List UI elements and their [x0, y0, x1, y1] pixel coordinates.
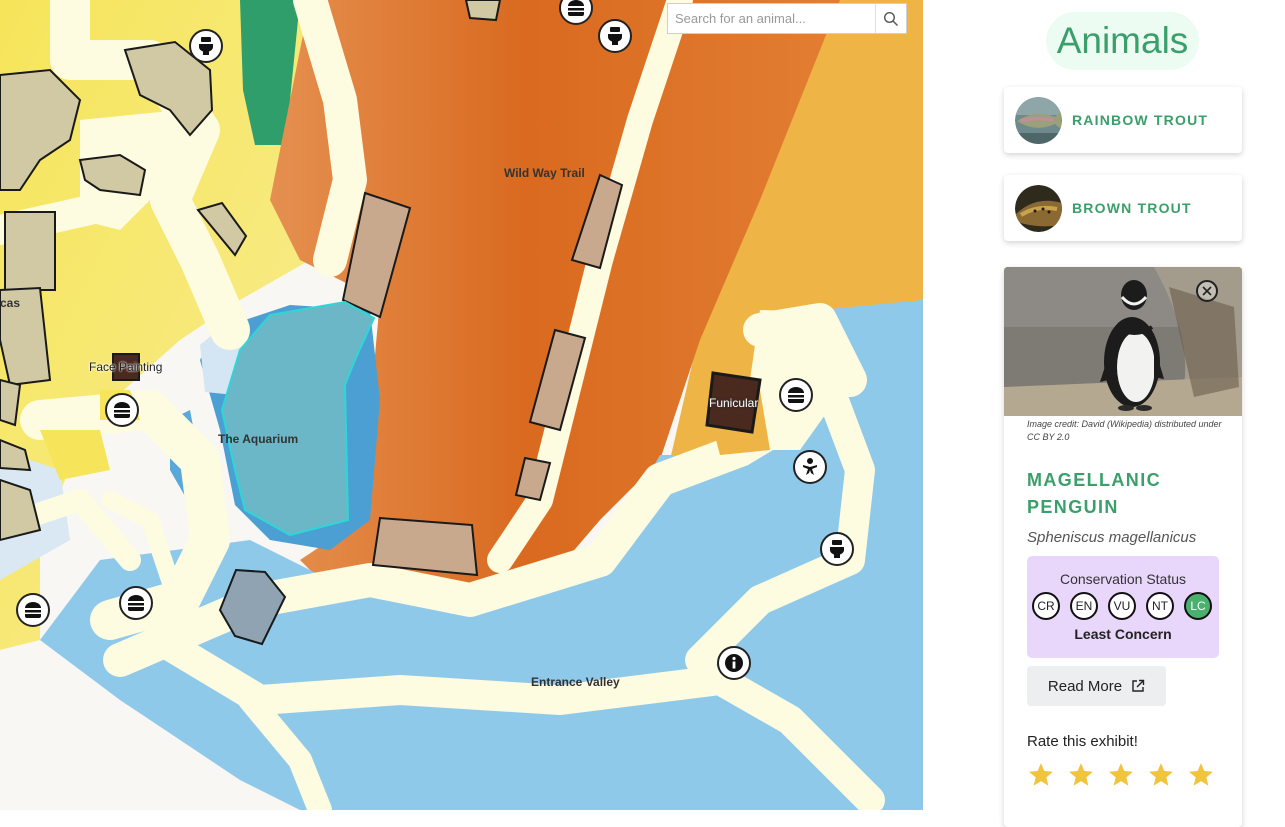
search-input[interactable]: [668, 4, 875, 33]
burger-icon: [128, 595, 144, 611]
status-cr: CR: [1032, 592, 1060, 620]
animal-common-name: MAGELLANIC PENGUIN: [1027, 470, 1161, 517]
star-icon[interactable]: [1187, 761, 1215, 789]
toilet-icon: [608, 27, 622, 45]
map-label-partial: cas: [0, 296, 21, 310]
map-label-wild-way-trail: Wild Way Trail: [504, 166, 585, 180]
food-poi[interactable]: [119, 586, 153, 620]
read-more-label: Read More: [1047, 677, 1123, 695]
baby-icon: [803, 458, 817, 475]
zoo-map[interactable]: Wild Way Trail The Aquarium Entrance Val…: [0, 0, 923, 810]
map-label-funicular[interactable]: Funicular: [709, 396, 758, 410]
rate-exhibit-label: Rate this exhibit!: [1027, 733, 1138, 750]
food-poi[interactable]: [105, 393, 139, 427]
animal-card-brown-trout[interactable]: BROWN TROUT: [1004, 175, 1242, 241]
burger-icon: [25, 602, 41, 618]
status-vu: VU: [1108, 592, 1136, 620]
conservation-status-label: Conservation Status: [1059, 571, 1187, 587]
info-icon: [725, 654, 743, 672]
food-poi[interactable]: [16, 593, 50, 627]
search-icon: [883, 11, 898, 26]
read-more-button[interactable]: Read More: [1027, 666, 1166, 706]
map-label-face-painting[interactable]: Face Painting: [89, 360, 162, 374]
animal-card-rainbow-trout[interactable]: RAINBOW TROUT: [1004, 87, 1242, 153]
conservation-status-value: Least Concern: [1074, 626, 1172, 642]
restroom-poi[interactable]: [820, 532, 854, 566]
restroom-poi[interactable]: [598, 19, 632, 53]
map-label-entrance-valley: Entrance Valley: [531, 675, 620, 689]
image-credit: Image credit: David (Wikipedia) distribu…: [1027, 419, 1222, 442]
baby-changing-poi[interactable]: [793, 450, 827, 484]
animal-search-box: [667, 3, 907, 34]
star-icon[interactable]: [1067, 761, 1095, 789]
conservation-status-box: Conservation Status CR EN VU NT LC Least…: [1027, 556, 1219, 658]
star-icon[interactable]: [1027, 761, 1055, 789]
star-icon[interactable]: [1147, 761, 1175, 789]
animal-name: RAINBOW TROUT: [1072, 112, 1209, 128]
burger-icon: [114, 402, 130, 418]
status-nt: NT: [1146, 592, 1174, 620]
brown-trout-thumbnail: [1015, 184, 1062, 232]
conservation-status-scale: CR EN VU NT LC: [1032, 592, 1212, 620]
star-icon[interactable]: [1107, 761, 1135, 789]
toilet-icon: [830, 540, 844, 558]
toilet-icon: [199, 37, 213, 55]
food-poi[interactable]: [779, 378, 813, 412]
search-button[interactable]: [875, 4, 906, 33]
animal-detail-card: Image credit: David (Wikipedia) distribu…: [1004, 267, 1242, 827]
map-label-the-aquarium[interactable]: The Aquarium: [218, 432, 298, 446]
status-lc: LC: [1184, 592, 1212, 620]
external-link-icon: [1132, 679, 1145, 692]
animal-name: BROWN TROUT: [1072, 200, 1192, 216]
status-en: EN: [1070, 592, 1098, 620]
close-detail-button[interactable]: [1196, 280, 1218, 302]
information-poi[interactable]: [717, 646, 751, 680]
burger-icon: [788, 387, 804, 403]
rainbow-trout-thumbnail: [1015, 96, 1062, 144]
burger-icon: [568, 0, 584, 16]
rating-stars: [1027, 761, 1215, 789]
close-icon: [1202, 286, 1212, 296]
animal-scientific-name: Spheniscus magellanicus: [1027, 529, 1197, 546]
panel-title: Animals: [1046, 12, 1199, 70]
restroom-poi[interactable]: [189, 29, 223, 63]
